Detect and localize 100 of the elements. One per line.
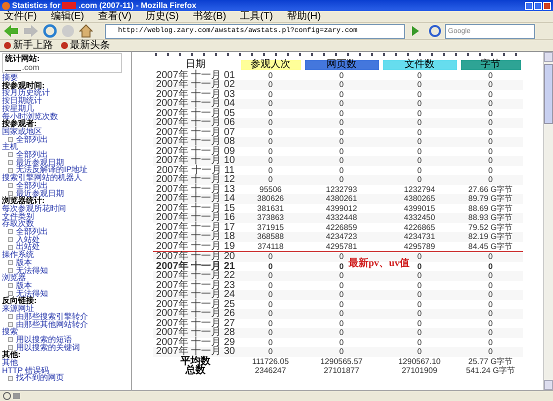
sidebar-link[interactable]: 按月历史统计 xyxy=(2,89,50,98)
sidebar-link[interactable]: 其他 xyxy=(2,359,18,367)
sidebar-link[interactable]: 搜索引擎网站的机器人 xyxy=(2,174,82,182)
table-cell: 88.93 G字节 xyxy=(468,213,513,222)
sidebar-link[interactable]: 国家或地区 xyxy=(2,128,42,136)
search-engine-icon[interactable] xyxy=(429,25,441,37)
sidebar-link[interactable]: 全部列出 xyxy=(16,228,48,236)
table-cell: 0 xyxy=(268,156,273,166)
table-cell: 0 xyxy=(417,280,422,290)
table-cell: 0 xyxy=(488,252,493,262)
table-cell: 0 xyxy=(488,175,493,184)
sidebar-link[interactable]: 存取次数 xyxy=(2,220,34,228)
table-cell: 0 xyxy=(417,290,422,300)
summary-label: 平均数 xyxy=(180,356,210,366)
sidebar-link[interactable]: 文件类别 xyxy=(2,212,34,220)
sidebar-link[interactable]: 每小时浏览次数 xyxy=(2,112,58,120)
back-icon[interactable] xyxy=(3,24,19,38)
scroll-down-button[interactable] xyxy=(544,380,553,390)
table-cell: 0 xyxy=(488,156,493,166)
sidebar-link[interactable]: 无法反解译的IP地址 xyxy=(16,166,88,174)
sidebar-link[interactable]: 由那些搜索引擎转介 xyxy=(16,312,88,320)
table-cell: 95506 xyxy=(259,184,282,194)
sidebar-link[interactable]: 浏览器 xyxy=(2,274,26,282)
table-cell: 79.52 G字节 xyxy=(468,222,513,232)
table-cell: 0 xyxy=(488,99,493,108)
table-cell: 0 xyxy=(339,156,344,166)
sidebar-link[interactable]: 由那些其他网站转介 xyxy=(16,320,88,328)
sidebar-link[interactable]: 按日期统计 xyxy=(2,97,42,105)
sidebar-link[interactable]: 全部列出 xyxy=(16,151,48,159)
sidebar-link[interactable]: 操作系统 xyxy=(2,251,34,259)
table-cell: 4295781 xyxy=(326,242,358,251)
table-cell: 0 xyxy=(268,338,273,347)
table-cell: 0 xyxy=(417,118,422,128)
table-cell: 0 xyxy=(339,300,344,309)
minimize-button[interactable] xyxy=(525,2,533,10)
sidebar-link[interactable]: 来源网址 xyxy=(2,305,34,313)
scroll-thumb[interactable] xyxy=(544,64,553,124)
table-cell: 0 xyxy=(488,262,493,271)
table-cell: 0 xyxy=(268,90,273,99)
sidebar-link[interactable]: 最近参观日期 xyxy=(16,158,64,166)
scrollbar[interactable] xyxy=(543,52,553,390)
date-cell: 2007年 十一月 08 xyxy=(156,137,235,146)
sidebar-link[interactable]: 无法得知 xyxy=(16,290,48,298)
bookmark-link[interactable]: 新手上路 xyxy=(13,40,53,52)
menu-item[interactable]: 书签(B) xyxy=(192,10,226,22)
sidebar-link[interactable]: 全部列出 xyxy=(16,182,48,190)
reload-icon[interactable] xyxy=(43,24,57,38)
table-cell: 0 xyxy=(339,318,344,328)
menu-item[interactable]: 查看(V) xyxy=(98,10,132,22)
sidebar-link[interactable]: 全部列出 xyxy=(16,136,48,144)
sidebar-link[interactable]: 用以搜索的关键词 xyxy=(16,344,80,352)
go-icon[interactable] xyxy=(409,25,421,37)
menu-item[interactable]: 帮助(H) xyxy=(286,10,321,22)
sidebar-link[interactable]: 每次参观所花时间 xyxy=(2,204,66,213)
menu-item[interactable]: 工具(T) xyxy=(240,10,273,22)
home-icon[interactable] xyxy=(79,24,93,38)
table-cell: 0 xyxy=(417,300,422,309)
maximize-button[interactable] xyxy=(534,2,542,10)
table-cell: 0 xyxy=(488,309,493,318)
sidebar-link[interactable]: 用以搜索的短语 xyxy=(16,336,72,344)
sidebar-link[interactable]: 出站处 xyxy=(16,243,40,252)
table-cell: 4380265 xyxy=(404,194,436,204)
menu-item[interactable]: 历史(S) xyxy=(145,10,179,22)
table-cell: 4332448 xyxy=(326,213,358,222)
close-button[interactable] xyxy=(543,2,551,10)
sidebar-link[interactable]: 主机 xyxy=(2,143,18,152)
column-header: 文件数 xyxy=(382,60,456,70)
date-cell: 2007年 十一月 04 xyxy=(156,99,235,108)
list-icon xyxy=(8,376,13,381)
table-cell: 0 xyxy=(339,90,344,99)
table-cell: 0 xyxy=(339,328,344,338)
table-cell: 0 xyxy=(268,70,273,80)
sidebar-link[interactable]: 搜索 xyxy=(2,328,18,336)
menu-item[interactable]: 文件(F) xyxy=(4,10,37,22)
sidebar-link[interactable]: 版本 xyxy=(16,258,32,267)
menu-item[interactable]: 编辑(E) xyxy=(50,10,84,22)
table-cell: 0 xyxy=(268,318,273,328)
scroll-up-button[interactable] xyxy=(544,52,553,62)
sidebar-link[interactable]: 找不到的网页 xyxy=(16,374,64,382)
forward-icon[interactable] xyxy=(23,24,39,38)
date-cell: 2007年 十一月 09 xyxy=(156,146,235,156)
sidebar-link[interactable]: HTTP 错误码 xyxy=(2,366,49,374)
summary-cell: 541.24 G字节 xyxy=(466,366,515,376)
table-cell: 0 xyxy=(339,252,344,262)
sidebar-link[interactable]: 版本 xyxy=(16,282,32,290)
summary-cell: 27101877 xyxy=(324,366,360,376)
date-cell: 2007年 十一月 20 xyxy=(156,252,235,262)
table-cell: 0 xyxy=(339,175,344,184)
sidebar-link[interactable]: 摘要 xyxy=(2,74,18,82)
summary-cell: 111726.05 xyxy=(252,356,289,366)
sidebar-link[interactable]: 入站处 xyxy=(16,236,40,244)
table-cell: 0 xyxy=(268,118,273,128)
date-cell: 2007年 十一月 13 xyxy=(156,184,235,194)
sidebar-link[interactable]: 按星期几 xyxy=(2,104,34,113)
table-cell: 0 xyxy=(268,146,273,156)
table-cell: 0 xyxy=(339,146,344,156)
bookmark-link[interactable]: 最新头条 xyxy=(70,40,110,52)
sidebar-link[interactable]: 无法得知 xyxy=(16,266,48,274)
date-cell: 2007年 十一月 27 xyxy=(156,318,235,328)
site-name: .com xyxy=(22,63,40,72)
